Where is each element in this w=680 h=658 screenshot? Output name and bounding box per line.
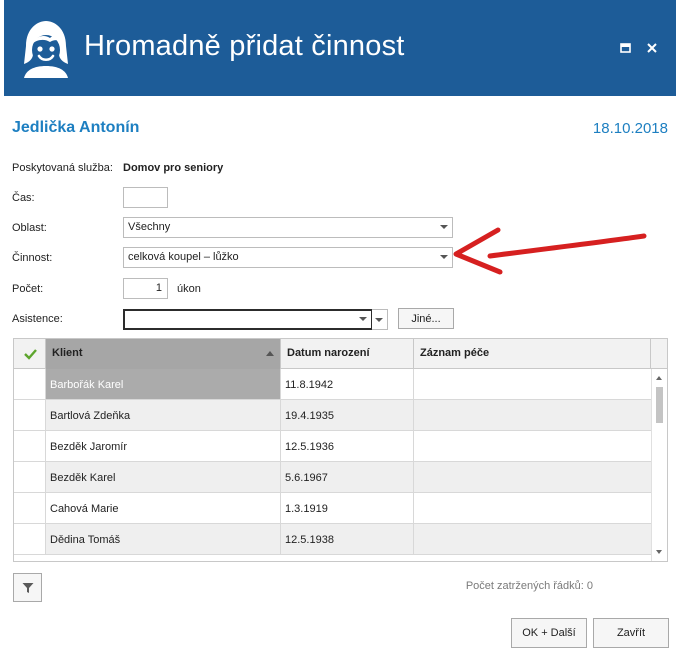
service-label: Poskytovaná služba: xyxy=(12,162,113,174)
record-cell xyxy=(414,400,651,430)
area-select[interactable]: Všechny xyxy=(123,217,453,238)
count-label: Počet: xyxy=(12,283,44,295)
row-checkbox[interactable] xyxy=(14,400,46,430)
client-cell: Barbořák Karel xyxy=(46,369,281,399)
record-cell xyxy=(414,493,651,523)
window-title: Hromadně přidat činnost xyxy=(84,30,405,62)
scrollbar-thumb[interactable] xyxy=(656,387,663,423)
time-input[interactable] xyxy=(123,187,168,208)
column-header-record[interactable]: Záznam péče xyxy=(414,339,651,369)
record-date: 18.10.2018 xyxy=(592,120,668,137)
client-cell: Bartlová Zdeňka xyxy=(46,400,281,430)
area-label: Oblast: xyxy=(12,222,47,234)
client-cell: Bezděk Karel xyxy=(46,462,281,492)
checked-rows-count: Počet zatržených řádků: 0 xyxy=(465,580,593,592)
table-row[interactable]: Bartlová Zdeňka 19.4.1935 xyxy=(14,400,651,431)
scroll-up-icon[interactable] xyxy=(656,376,662,380)
restore-window-button[interactable] xyxy=(618,40,634,56)
count-input[interactable]: 1 xyxy=(123,278,168,299)
client-name: Jedlička Antonín xyxy=(12,119,140,136)
activity-select[interactable]: celková koupel – lůžko xyxy=(123,247,453,268)
birth-cell: 12.5.1936 xyxy=(281,431,414,461)
close-window-button[interactable] xyxy=(644,40,660,56)
scroll-down-icon[interactable] xyxy=(656,550,662,554)
client-cell: Bezděk Jaromír xyxy=(46,431,281,461)
filter-button[interactable] xyxy=(13,573,42,602)
column-header-birth[interactable]: Datum narození xyxy=(281,339,414,369)
close-button[interactable]: Zavřít xyxy=(593,618,669,648)
area-select-value: Všechny xyxy=(128,221,171,233)
activity-label: Činnost: xyxy=(12,252,53,264)
record-cell xyxy=(414,431,651,461)
client-cell: Cahová Marie xyxy=(46,493,281,523)
birth-cell: 5.6.1967 xyxy=(281,462,414,492)
chevron-down-icon xyxy=(375,318,383,322)
select-all-column[interactable] xyxy=(14,339,46,369)
birth-cell: 1.3.1919 xyxy=(281,493,414,523)
table-row[interactable]: Bezděk Karel 5.6.1967 xyxy=(14,462,651,493)
activity-select-value: celková koupel – lůžko xyxy=(128,251,239,263)
row-checkbox[interactable] xyxy=(14,524,46,554)
assist-select[interactable] xyxy=(123,309,373,330)
record-cell xyxy=(414,369,651,399)
column-header-client[interactable]: Klient xyxy=(46,339,281,369)
table-row[interactable]: Cahová Marie 1.3.1919 xyxy=(14,493,651,524)
count-unit: úkon xyxy=(177,283,201,295)
smiling-face-logo-icon xyxy=(24,21,68,78)
check-icon xyxy=(24,349,37,360)
other-button[interactable]: Jiné... xyxy=(398,308,454,329)
row-checkbox[interactable] xyxy=(14,462,46,492)
row-checkbox[interactable] xyxy=(14,431,46,461)
time-label: Čas: xyxy=(12,192,35,204)
record-cell xyxy=(414,524,651,554)
filter-icon xyxy=(22,583,34,593)
restore-window-icon xyxy=(620,43,631,53)
title-bar: Hromadně přidat činnost xyxy=(4,0,676,96)
table-row[interactable]: Bezděk Jaromír 12.5.1936 xyxy=(14,431,651,462)
table-row[interactable]: Barbořák Karel 11.8.1942 xyxy=(14,369,651,400)
assist-dropdown-button[interactable] xyxy=(372,309,388,330)
table-row[interactable]: Dědina Tomáš 12.5.1938 xyxy=(14,524,651,555)
chevron-down-icon xyxy=(359,317,367,321)
sort-ascending-icon xyxy=(266,351,274,356)
ok-next-button[interactable]: OK + Další xyxy=(511,618,587,648)
birth-cell: 11.8.1942 xyxy=(281,369,414,399)
grid-header: Klient Datum narození Záznam péče xyxy=(14,339,667,369)
birth-cell: 12.5.1938 xyxy=(281,524,414,554)
clients-grid: Klient Datum narození Záznam péče Barboř… xyxy=(13,338,668,562)
grid-horizontal-scrollbar[interactable] xyxy=(14,561,651,562)
assist-label: Asistence: xyxy=(12,313,63,325)
birth-cell: 19.4.1935 xyxy=(281,400,414,430)
chevron-down-icon xyxy=(440,255,448,259)
record-cell xyxy=(414,462,651,492)
row-checkbox[interactable] xyxy=(14,493,46,523)
chevron-down-icon xyxy=(440,225,448,229)
close-icon xyxy=(647,43,657,53)
client-cell: Dědina Tomáš xyxy=(46,524,281,554)
row-checkbox[interactable] xyxy=(14,369,46,399)
grid-vertical-scrollbar[interactable] xyxy=(651,369,667,561)
service-value: Domov pro seniory xyxy=(123,162,224,174)
annotation-arrow-icon xyxy=(453,227,647,275)
